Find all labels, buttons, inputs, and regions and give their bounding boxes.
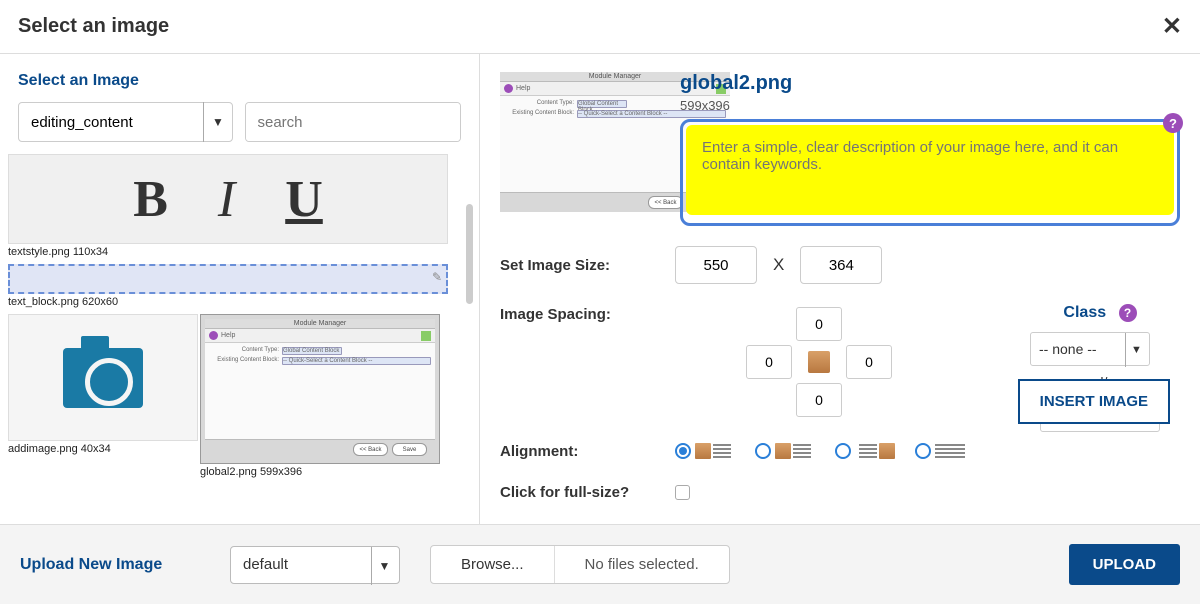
gallery-thumb[interactable]: Module Manager Help Content Type:Global … bbox=[200, 314, 440, 480]
radio-icon bbox=[835, 443, 851, 459]
chevron-down-icon: ▼ bbox=[371, 547, 397, 585]
radio-icon bbox=[915, 443, 931, 459]
folder-select-value[interactable] bbox=[18, 102, 233, 142]
file-status: No files selected. bbox=[555, 546, 729, 583]
camera-icon bbox=[63, 348, 143, 408]
align-none-option[interactable] bbox=[915, 440, 975, 462]
help-icon[interactable]: ? bbox=[1119, 304, 1137, 322]
select-image-heading: Select an Image bbox=[18, 72, 461, 90]
gallery-thumb-selected[interactable]: ✎ text_block.png 620x60 bbox=[8, 264, 448, 310]
align-center-option[interactable] bbox=[755, 440, 815, 462]
browse-button[interactable]: Browse... bbox=[431, 546, 555, 583]
gallery-thumb[interactable]: addimage.png 40x34 bbox=[8, 314, 198, 480]
modal-title: Select an image bbox=[18, 15, 169, 38]
thumb-caption: text_block.png 620x60 bbox=[8, 294, 448, 310]
scrollbar[interactable] bbox=[466, 204, 473, 304]
underline-icon: U bbox=[285, 170, 323, 229]
insert-image-button[interactable]: INSERT IMAGE bbox=[1018, 379, 1170, 424]
size-label: Set Image Size: bbox=[500, 257, 675, 274]
image-gallery[interactable]: B I U textstyle.png 110x34 ✎ text_block.… bbox=[0, 154, 479, 524]
italic-icon: I bbox=[218, 170, 235, 229]
thumb-caption: textstyle.png 110x34 bbox=[8, 244, 448, 260]
upload-folder-select[interactable]: default ▼ bbox=[230, 546, 400, 584]
search-box[interactable] bbox=[245, 102, 462, 142]
spacing-left-input[interactable] bbox=[746, 345, 792, 379]
class-select-value: -- none -- bbox=[1039, 341, 1097, 357]
thumb-caption: addimage.png 40x34 bbox=[8, 441, 198, 457]
preview-thumbnail: Module Manager Help Content Type:Global … bbox=[500, 72, 660, 172]
fullsize-checkbox[interactable] bbox=[675, 485, 690, 500]
dimension-separator: X bbox=[773, 255, 784, 275]
description-textarea[interactable] bbox=[686, 125, 1174, 215]
class-heading: Class bbox=[1063, 304, 1106, 321]
bold-icon: B bbox=[133, 170, 168, 229]
preview-filename: global2.png bbox=[680, 72, 1180, 95]
thumb-caption: global2.png 599x396 bbox=[200, 464, 440, 480]
preview-dimensions: 599x396 bbox=[680, 98, 1180, 113]
align-left-option[interactable] bbox=[675, 440, 735, 462]
upload-heading: Upload New Image bbox=[20, 556, 200, 574]
height-input[interactable] bbox=[800, 246, 882, 284]
spacing-top-input[interactable] bbox=[796, 307, 842, 341]
folder-select[interactable]: ▼ bbox=[18, 102, 233, 142]
width-input[interactable] bbox=[675, 246, 757, 284]
gallery-thumb[interactable]: B I U textstyle.png 110x34 bbox=[8, 154, 448, 260]
spacing-grid bbox=[745, 306, 893, 418]
radio-icon bbox=[755, 443, 771, 459]
alignment-label: Alignment: bbox=[500, 443, 675, 460]
radio-icon bbox=[675, 443, 691, 459]
spacing-right-input[interactable] bbox=[846, 345, 892, 379]
chevron-down-icon: ▼ bbox=[1125, 333, 1147, 367]
search-input[interactable] bbox=[246, 103, 462, 141]
spacing-label: Image Spacing: bbox=[500, 306, 675, 323]
help-icon[interactable]: ? bbox=[1163, 113, 1183, 133]
close-icon[interactable]: ✕ bbox=[1162, 12, 1182, 41]
fullsize-label: Click for full-size? bbox=[500, 484, 675, 501]
spacing-center-icon bbox=[808, 351, 830, 373]
window-preview-icon: Module Manager Help Content Type:Global … bbox=[205, 319, 435, 459]
class-select[interactable]: -- none -- ▼ bbox=[1030, 332, 1150, 366]
pencil-icon: ✎ bbox=[432, 270, 442, 284]
upload-folder-value: default bbox=[243, 556, 288, 573]
chevron-down-icon: ▼ bbox=[203, 102, 233, 142]
upload-button[interactable]: UPLOAD bbox=[1069, 544, 1180, 585]
align-right-option[interactable] bbox=[835, 440, 895, 462]
spacing-bottom-input[interactable] bbox=[796, 383, 842, 417]
